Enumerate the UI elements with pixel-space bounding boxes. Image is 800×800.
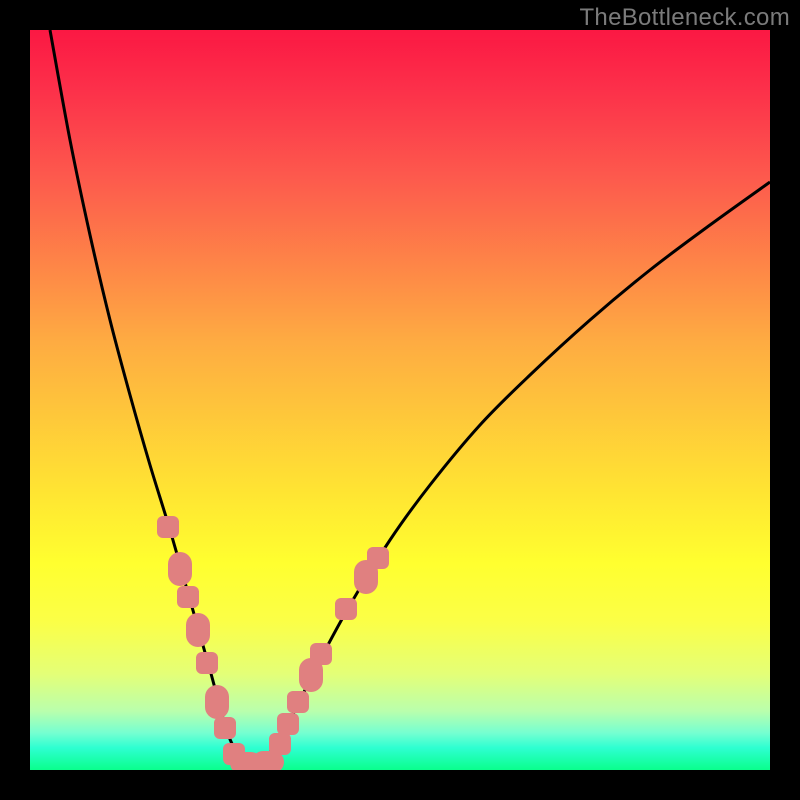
marker-left-2 bbox=[177, 586, 199, 608]
chart-plot-area bbox=[30, 30, 770, 770]
marker-left-1 bbox=[168, 552, 192, 586]
marker-bottom-3 bbox=[269, 733, 291, 755]
marker-left-4 bbox=[196, 652, 218, 674]
marker-left-0 bbox=[157, 516, 179, 538]
marker-left-6 bbox=[214, 717, 236, 739]
watermark-text: TheBottleneck.com bbox=[579, 4, 790, 32]
marker-right-1 bbox=[287, 691, 309, 713]
right-curve-path bbox=[260, 182, 770, 765]
marker-right-6 bbox=[367, 547, 389, 569]
chart-curves bbox=[30, 30, 770, 770]
marker-left-5 bbox=[205, 685, 229, 719]
marker-right-4 bbox=[335, 598, 357, 620]
marker-left-3 bbox=[186, 613, 210, 647]
marker-right-3 bbox=[310, 643, 332, 665]
marker-right-0 bbox=[277, 713, 299, 735]
